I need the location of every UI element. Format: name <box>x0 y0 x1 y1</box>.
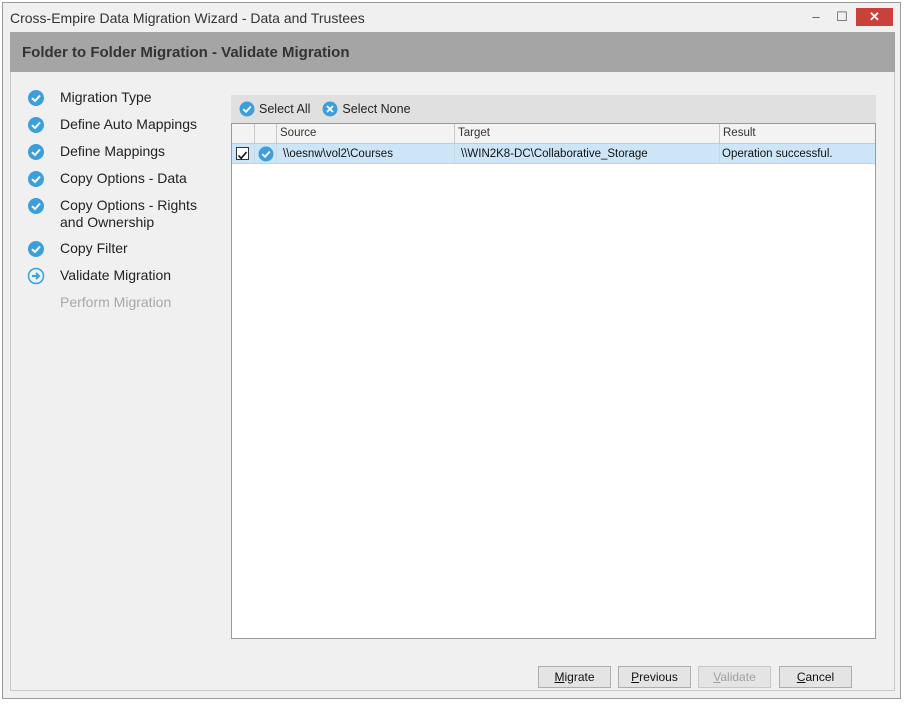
step-label: Define Auto Mappings <box>60 116 197 132</box>
validate-button: Validate <box>698 666 771 688</box>
select-none-label: Select None <box>342 102 411 116</box>
step-label: Copy Options - Rights and Ownership <box>60 197 197 230</box>
column-header-check[interactable] <box>232 124 255 143</box>
select-all-label: Select All <box>259 102 311 116</box>
step-copy-options-rights[interactable]: Copy Options - Rights and Ownership <box>27 197 227 231</box>
column-header-result[interactable]: Result <box>720 124 875 143</box>
wizard-window: Cross-Empire Data Migration Wizard - Dat… <box>2 2 901 699</box>
row-target-cell: \\WIN2K8-DC\Collaborative_Storage <box>455 144 720 164</box>
column-header-source[interactable]: Source <box>277 124 455 143</box>
check-circle-icon <box>239 101 255 117</box>
migrate-button[interactable]: Migrate <box>538 666 611 688</box>
checkmark-icon <box>237 151 248 160</box>
previous-button[interactable]: Previous <box>618 666 691 688</box>
page-header: Folder to Folder Migration - Validate Mi… <box>10 32 895 72</box>
window-title: Cross-Empire Data Migration Wizard - Dat… <box>10 10 365 26</box>
column-header-target[interactable]: Target <box>455 124 720 143</box>
check-circle-icon <box>28 171 44 187</box>
row-status-cell <box>255 144 277 164</box>
step-copy-filter[interactable]: Copy Filter <box>27 240 227 258</box>
row-checkbox[interactable] <box>236 147 249 160</box>
table-row[interactable]: \\oesnw\vol2\Courses \\WIN2K8-DC\Collabo… <box>232 144 875 164</box>
select-all-button[interactable]: Select All <box>239 101 310 117</box>
step-label: Copy Options - Data <box>60 170 187 186</box>
step-define-mappings[interactable]: Define Mappings <box>27 143 227 161</box>
check-circle-icon <box>28 198 44 214</box>
migrate-accesskey: M <box>554 670 565 684</box>
arrow-circle-icon <box>27 267 45 285</box>
step-migration-type[interactable]: Migration Type <box>27 89 227 107</box>
row-result-cell: Operation successful. <box>722 148 833 160</box>
previous-label-post: revious <box>639 670 678 684</box>
step-perform-migration: Perform Migration <box>27 294 227 312</box>
step-copy-options-data[interactable]: Copy Options - Data <box>27 170 227 188</box>
wizard-content: Migration Type Define Auto Mappings Defi… <box>10 72 895 691</box>
step-label: Define Mappings <box>60 143 166 159</box>
check-circle-icon <box>28 144 44 160</box>
cancel-button[interactable]: Cancel <box>779 666 852 688</box>
step-label: Perform Migration <box>60 294 172 310</box>
validate-label-post: alidate <box>720 670 756 684</box>
cancel-label-post: ancel <box>805 670 835 684</box>
check-circle-icon <box>258 146 274 162</box>
step-label: Validate Migration <box>60 267 172 283</box>
title-bar[interactable]: Cross-Empire Data Migration Wizard - Dat… <box>3 3 900 32</box>
check-circle-icon <box>28 241 44 257</box>
steps-list: Migration Type Define Auto Mappings Defi… <box>27 89 227 321</box>
row-source-cell: \\oesnw\vol2\Courses <box>277 144 455 164</box>
step-define-auto-mappings[interactable]: Define Auto Mappings <box>27 116 227 134</box>
previous-accesskey: P <box>631 670 640 684</box>
page-title: Folder to Folder Migration - Validate Mi… <box>22 44 350 61</box>
migration-grid-panel: Select All Select None Source Target Res… <box>231 95 876 640</box>
step-label: Migration Type <box>60 89 152 105</box>
migrate-label-post: igrate <box>564 670 595 684</box>
migration-table: Source Target Result \\oesnw\vol2\Course… <box>231 123 876 639</box>
check-circle-icon <box>28 117 44 133</box>
column-header-status[interactable] <box>255 124 277 143</box>
select-none-button[interactable]: Select None <box>322 101 411 117</box>
minimize-button[interactable]: – <box>806 8 826 26</box>
close-button[interactable]: ✕ <box>856 8 893 26</box>
step-label: Copy Filter <box>60 240 128 256</box>
x-circle-icon <box>322 101 338 117</box>
check-circle-icon <box>28 90 44 106</box>
step-validate-migration[interactable]: Validate Migration <box>27 267 227 285</box>
table-header: Source Target Result <box>232 124 875 144</box>
maximize-button[interactable]: ☐ <box>832 8 852 26</box>
row-checkbox-cell[interactable] <box>232 144 255 164</box>
grid-toolbar: Select All Select None <box>231 95 876 123</box>
